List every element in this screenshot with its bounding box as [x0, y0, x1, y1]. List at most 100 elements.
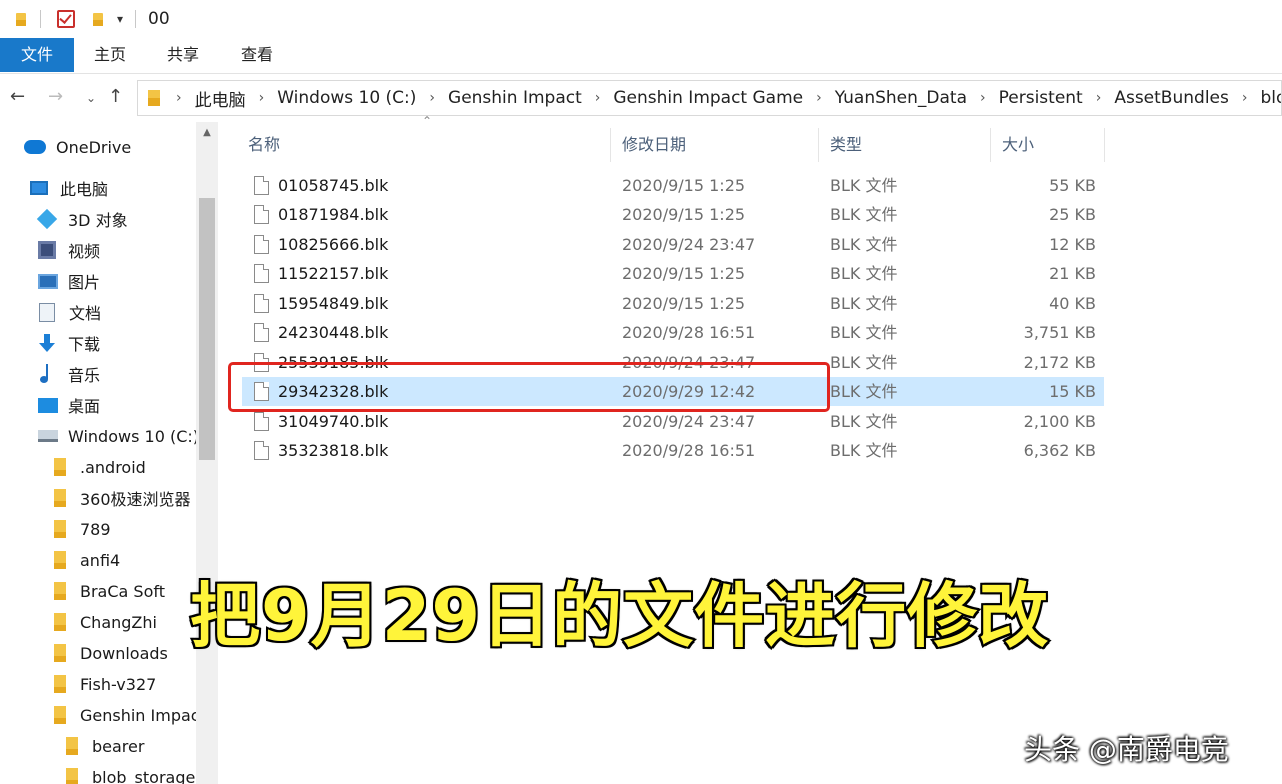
up-button[interactable]: ↑ [108, 86, 123, 107]
sidebar-item-folder[interactable]: anfi4 [54, 545, 120, 575]
folder-icon [54, 489, 66, 507]
sidebar-item-music[interactable]: 音乐 [40, 359, 100, 389]
tab-file[interactable]: 文件 [0, 38, 74, 72]
folder-icon [146, 88, 162, 108]
file-row[interactable]: 35323818.blk 2020/9/28 16:51 BLK 文件 6,36… [242, 436, 1104, 465]
desktop-icon [38, 397, 58, 413]
column-headers: 名称 修改日期 类型 大小 [218, 128, 1106, 162]
properties-icon[interactable] [57, 10, 75, 28]
tab-share[interactable]: 共享 [167, 38, 199, 72]
file-row[interactable]: 11522157.blk 2020/9/15 1:25 BLK 文件 21 KB [242, 259, 1104, 288]
divider[interactable] [990, 128, 991, 162]
sidebar-item-folder[interactable]: BraCa Soft [54, 576, 165, 606]
file-size: 21 KB [1049, 264, 1096, 283]
file-row[interactable]: 24230448.blk 2020/9/28 16:51 BLK 文件 3,75… [242, 318, 1104, 347]
sidebar-item-folder[interactable]: Fish-v327 [54, 669, 156, 699]
column-header-type[interactable]: 类型 [830, 128, 862, 162]
file-size: 40 KB [1049, 294, 1096, 313]
file-icon [254, 176, 269, 195]
sidebar-item-folder[interactable]: 360极速浏览器 [54, 483, 191, 513]
file-name: 24230448.blk [278, 323, 389, 342]
sidebar-item-onedrive[interactable]: OneDrive [24, 132, 131, 162]
sidebar-item-3d-objects[interactable]: 3D 对象 [36, 204, 128, 234]
breadcrumb-blocks[interactable]: blocks [1260, 88, 1281, 108]
folder-icon [54, 644, 66, 662]
file-type: BLK 文件 [830, 264, 898, 283]
tab-view[interactable]: 查看 [241, 38, 273, 72]
file-row[interactable]: 01871984.blk 2020/9/15 1:25 BLK 文件 25 KB [242, 200, 1104, 229]
breadcrumb-yuanshen-data[interactable]: YuanShen_Data [835, 88, 967, 108]
file-date: 2020/9/15 1:25 [622, 294, 746, 313]
breadcrumb-separator[interactable]: › [595, 90, 601, 106]
file-name: 15954849.blk [278, 294, 389, 313]
file-row[interactable]: 10825666.blk 2020/9/24 23:47 BLK 文件 12 K… [242, 230, 1104, 259]
sidebar-item-desktop[interactable]: 桌面 [38, 390, 100, 420]
video-caption: 把9月29日的文件进行修改 [188, 573, 1050, 659]
sidebar-item-windows-c[interactable]: Windows 10 (C:) [38, 421, 196, 451]
column-header-date-modified[interactable]: 修改日期 [622, 128, 686, 162]
sidebar-item-downloads[interactable]: 下载 [39, 328, 101, 358]
sort-ascending-icon: ⌃ [422, 114, 433, 128]
sidebar-item-folder[interactable]: blob_storage [66, 762, 195, 784]
drive-icon [38, 430, 58, 442]
file-name: 11522157.blk [278, 264, 389, 283]
sidebar-item-folder[interactable]: bearer [66, 731, 144, 761]
address-bar[interactable]: › 此电脑 › Windows 10 (C:) › Genshin Impact… [137, 80, 1282, 116]
file-size: 12 KB [1049, 235, 1096, 254]
sidebar-item-label: 此电脑 [60, 180, 109, 199]
sidebar-item-label: 下载 [68, 335, 101, 354]
file-size: 6,362 KB [1023, 441, 1096, 460]
file-date: 2020/9/15 1:25 [622, 176, 746, 195]
breadcrumb-genshin-impact-game[interactable]: Genshin Impact Game [613, 88, 803, 108]
navigation-bar: ← → ⌄ ↑ › 此电脑 › Windows 10 (C:) › Genshi… [0, 74, 1282, 122]
sidebar-item-documents[interactable]: 文档 [39, 297, 101, 327]
back-button[interactable]: ← [10, 86, 25, 107]
sidebar-item-label: Genshin Impac [80, 705, 196, 725]
folder-icon [54, 706, 66, 724]
scrollbar-thumb[interactable] [199, 198, 215, 460]
sidebar-item-label: 音乐 [68, 366, 101, 385]
file-icon [254, 441, 269, 460]
sidebar-item-label: anfi4 [80, 550, 121, 570]
divider[interactable] [818, 128, 819, 162]
sidebar-item-this-pc[interactable]: 此电脑 [30, 173, 108, 203]
column-header-name[interactable]: 名称 [248, 128, 280, 162]
forward-button[interactable]: → [48, 86, 63, 107]
new-folder-icon[interactable] [91, 11, 105, 27]
customize-quick-access-dropdown[interactable]: ▾ [117, 12, 123, 26]
sidebar-item-label: ChangZhi [80, 612, 157, 632]
breadcrumb-separator[interactable]: › [980, 90, 986, 106]
sidebar-scrollbar[interactable]: ▲ [196, 122, 218, 784]
divider[interactable] [1104, 128, 1105, 162]
breadcrumb-this-pc[interactable]: 此电脑 [195, 86, 246, 111]
sidebar-item-folder[interactable]: .android [54, 452, 146, 482]
breadcrumb-separator[interactable]: › [1242, 90, 1248, 106]
sidebar-item-videos[interactable]: 视频 [38, 235, 100, 265]
breadcrumb-genshin-impact[interactable]: Genshin Impact [448, 88, 582, 108]
file-size: 55 KB [1049, 176, 1096, 195]
breadcrumb-separator[interactable]: › [176, 90, 182, 106]
column-header-size[interactable]: 大小 [1002, 128, 1034, 162]
folder-icon[interactable] [14, 11, 28, 27]
breadcrumb-separator[interactable]: › [429, 90, 435, 106]
breadcrumb-separator[interactable]: › [259, 90, 265, 106]
tab-home[interactable]: 主页 [94, 38, 126, 72]
file-row[interactable]: 15954849.blk 2020/9/15 1:25 BLK 文件 40 KB [242, 289, 1104, 318]
sidebar-item-folder[interactable]: 789 [54, 514, 111, 544]
recent-locations-button[interactable]: ⌄ [86, 91, 96, 105]
file-type: BLK 文件 [830, 205, 898, 224]
file-row[interactable]: 01058745.blk 2020/9/15 1:25 BLK 文件 55 KB [242, 171, 1104, 200]
scroll-up-arrow-icon[interactable]: ▲ [196, 122, 218, 144]
breadcrumb-separator[interactable]: › [1096, 90, 1102, 106]
sidebar-item-folder[interactable]: ChangZhi [54, 607, 157, 637]
breadcrumb-separator[interactable]: › [816, 90, 822, 106]
breadcrumb-windows-c[interactable]: Windows 10 (C:) [277, 88, 416, 108]
divider[interactable] [610, 128, 611, 162]
file-type: BLK 文件 [830, 412, 898, 431]
sidebar-item-folder[interactable]: Downloads [54, 638, 168, 668]
breadcrumb-assetbundles[interactable]: AssetBundles [1114, 88, 1229, 108]
sidebar-item-folder[interactable]: Genshin Impac [54, 700, 196, 730]
folder-icon [54, 613, 66, 631]
sidebar-item-pictures[interactable]: 图片 [38, 266, 100, 296]
breadcrumb-persistent[interactable]: Persistent [999, 88, 1083, 108]
